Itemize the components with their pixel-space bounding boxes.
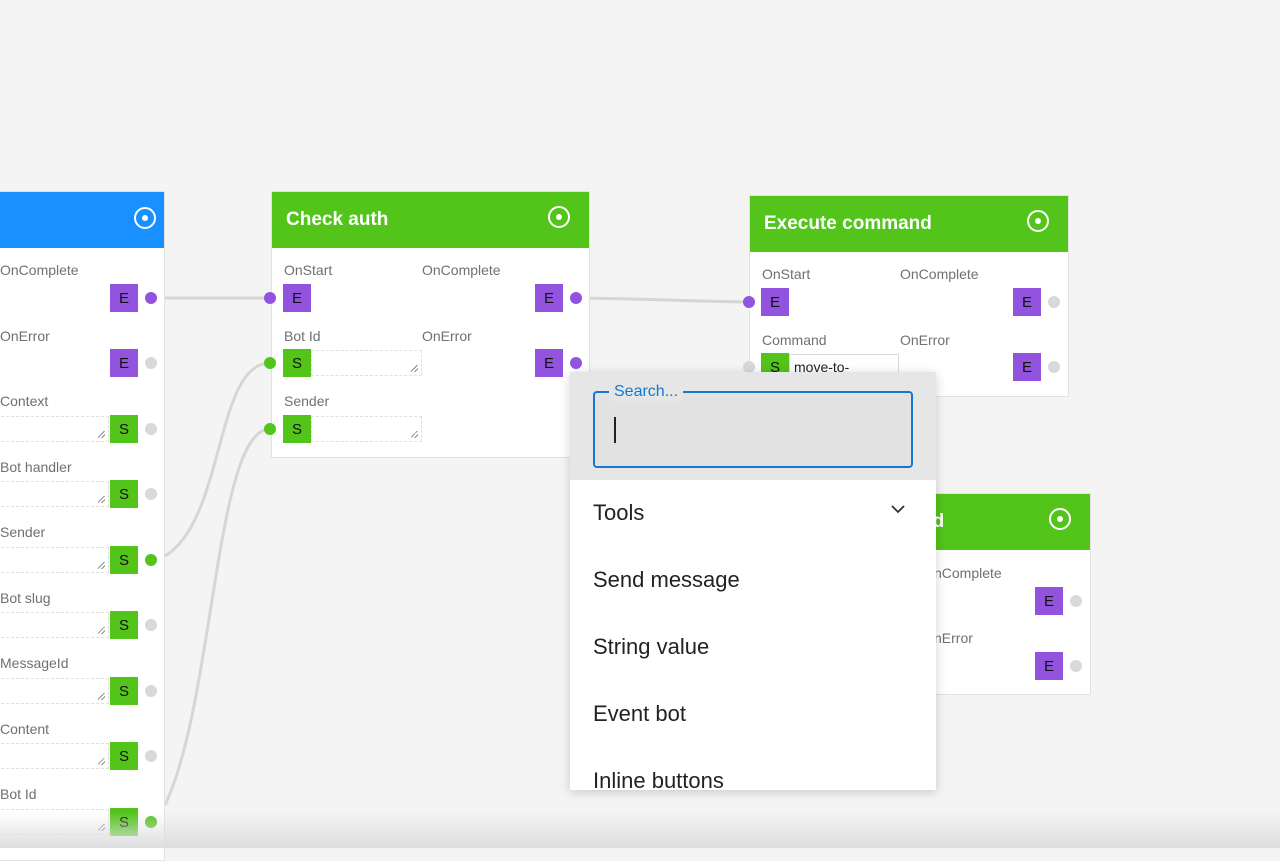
output-port-bot-slug[interactable] [145,619,157,631]
event-pin-onerror[interactable]: E [1013,353,1041,381]
wire-checkauth-to-execute [574,296,750,304]
messageid-field[interactable] [0,678,109,704]
string-pin-bot-slug[interactable]: S [110,611,138,639]
sender-field[interactable] [311,416,422,442]
node-title: Check auth [286,209,389,230]
label-messageid: MessageId [0,655,69,671]
string-pin-messageid[interactable]: S [110,677,138,705]
menu-item-label: Send message [593,566,740,592]
menu-item-tools[interactable]: Tools [570,479,936,546]
output-port-oncomplete[interactable] [570,292,582,304]
wire-botid-to-sender [163,427,271,806]
context-field[interactable] [0,416,109,442]
event-pin-oncomplete[interactable]: E [535,284,563,312]
label-onerror: nError [934,630,973,646]
menu-item-label: Tools [593,499,645,525]
output-port-content[interactable] [145,750,157,762]
output-port-messageid[interactable] [145,685,157,697]
target-icon[interactable] [134,207,156,229]
menu-item-label: Event bot [593,700,686,726]
output-port-oncomplete[interactable] [145,292,157,304]
input-port-bot-id[interactable] [264,357,276,369]
bot-id-field[interactable] [311,350,422,376]
output-port-oncomplete[interactable] [1070,595,1082,607]
content-field[interactable] [0,743,109,769]
label-sender: Sender [0,524,46,540]
label-bot-slug: Bot slug [0,590,51,606]
label-onstart: OnStart [762,266,811,282]
chevron-down-icon[interactable] [890,501,906,517]
label-context: Context [0,393,49,409]
string-pin-sender[interactable]: S [110,546,138,574]
label-sender: Sender [284,393,330,409]
menu-item-inline-buttons[interactable]: Inline buttons [570,747,936,791]
sender-field[interactable] [0,547,109,573]
label-onstart: OnStart [284,262,333,278]
output-port-onerror[interactable] [570,357,582,369]
output-port-context[interactable] [145,423,157,435]
output-port-onerror[interactable] [1070,660,1082,672]
string-pin-bot-id[interactable]: S [283,349,311,377]
search-label: Search... [609,383,684,401]
event-pin-onstart[interactable]: E [761,288,789,316]
menu-item-label: String value [593,633,710,659]
output-port-onerror[interactable] [145,357,157,369]
label-bot-id: Bot Id [0,786,37,802]
wire-sender-to-botid [164,361,271,558]
event-pin-oncomplete[interactable]: E [1035,587,1063,615]
input-port-onstart[interactable] [743,296,755,308]
node-search-popup[interactable]: Search... Tools Send message String valu… [570,372,936,790]
bot-slug-field[interactable] [0,612,109,638]
canvas-bottom-shade [0,812,1280,848]
left-node-header[interactable] [0,192,164,248]
target-icon[interactable] [1027,210,1049,232]
node-title: Execute command [764,213,932,234]
label-oncomplete: OnComplete [422,262,501,278]
output-port-bot-handler[interactable] [145,488,157,500]
label-onerror: OnError [0,328,50,344]
label-oncomplete: OnComplete [0,262,79,278]
text-caret [614,417,616,443]
event-pin-oncomplete[interactable]: E [1013,288,1041,316]
bot-handler-field[interactable] [0,481,109,507]
target-icon[interactable] [548,206,570,228]
output-port-oncomplete[interactable] [1048,296,1060,308]
label-oncomplete: OnComplete [900,266,979,282]
input-port-sender[interactable] [264,423,276,435]
label-content: Content [0,721,50,737]
search-area: Search... [570,372,936,480]
string-pin-context[interactable]: S [110,415,138,443]
label-bot-id: Bot Id [284,328,321,344]
execute-command-header[interactable]: Execute command [750,196,1068,252]
label-oncomplete: nComplete [934,565,1002,581]
string-pin-sender[interactable]: S [283,415,311,443]
output-port-sender[interactable] [145,554,157,566]
label-bot-handler: Bot handler [0,459,72,475]
label-command: Command [762,332,827,348]
menu-item-event-bot[interactable]: Event bot [570,680,936,747]
label-onerror: OnError [900,332,950,348]
event-pin-onerror[interactable]: E [110,349,138,377]
search-input[interactable]: Search... [593,383,913,468]
string-pin-bot-handler[interactable]: S [110,480,138,508]
input-port-onstart[interactable] [264,292,276,304]
label-onerror: OnError [422,328,472,344]
menu-item-send-message[interactable]: Send message [570,546,936,613]
event-pin-onerror[interactable]: E [535,349,563,377]
menu-item-string-value[interactable]: String value [570,613,936,680]
string-pin-content[interactable]: S [110,742,138,770]
event-pin-oncomplete[interactable]: E [110,284,138,312]
menu-item-label: Inline buttons [593,767,724,791]
output-port-onerror[interactable] [1048,361,1060,373]
check-auth-header[interactable]: Check auth [272,192,589,248]
target-icon[interactable] [1049,508,1071,530]
event-pin-onstart[interactable]: E [283,284,311,312]
event-pin-onerror[interactable]: E [1035,652,1063,680]
